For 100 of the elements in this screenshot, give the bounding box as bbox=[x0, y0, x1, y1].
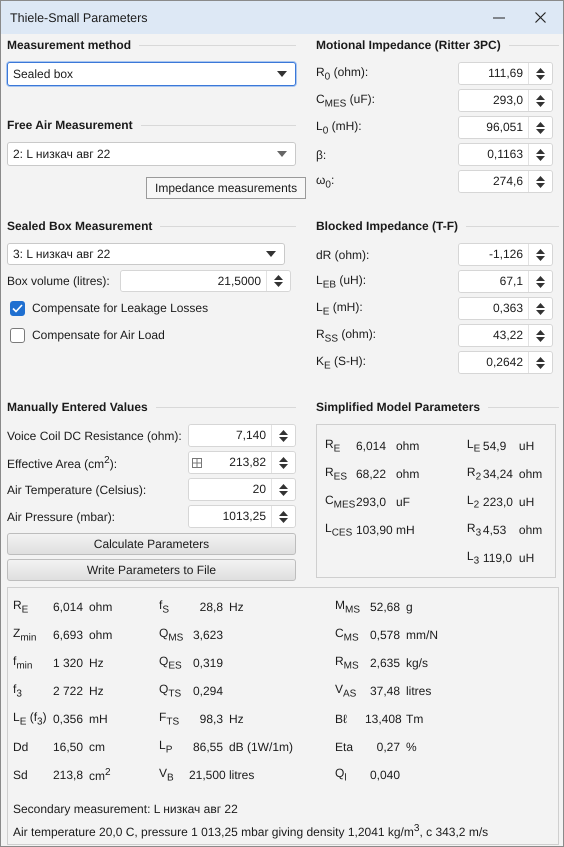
parameter-value: 6,693 bbox=[52, 628, 83, 642]
spinner-icon[interactable] bbox=[279, 510, 288, 522]
spinner-icon[interactable] bbox=[536, 302, 545, 314]
spinner-icon[interactable] bbox=[536, 176, 545, 188]
parameter-unit: dB (1W/1m) bbox=[228, 740, 294, 754]
number-field[interactable]: 20 bbox=[188, 478, 296, 501]
number-field[interactable]: -1,126 bbox=[458, 243, 553, 266]
number-field[interactable]: 0,1163 bbox=[458, 143, 553, 166]
tooltip: Impedance measurements bbox=[146, 177, 306, 199]
parameter-unit: % bbox=[405, 740, 418, 754]
parameter-unit: mH bbox=[396, 523, 415, 537]
number-field[interactable]: 0,2642 bbox=[458, 351, 553, 374]
parameter-unit: mH bbox=[88, 712, 109, 726]
parameter-symbol: Q$_{MS}$ bbox=[159, 626, 184, 644]
spinner-icon[interactable] bbox=[279, 456, 288, 468]
parameter-unit: Hz bbox=[228, 712, 245, 726]
parameter-symbol: Z$_{min}$ bbox=[13, 626, 38, 644]
measurement-dropdown[interactable]: 2: L низкач авг 22 bbox=[7, 142, 296, 166]
parameter-value: 0,040 bbox=[368, 768, 400, 782]
number-field[interactable]: 293,0 bbox=[458, 89, 553, 112]
parameter-value: 68,22 bbox=[356, 467, 388, 481]
number-field[interactable]: 274,6 bbox=[458, 170, 553, 193]
spinner-icon[interactable] bbox=[536, 122, 545, 134]
number-field[interactable]: 0,363 bbox=[458, 297, 553, 320]
spinner-icon[interactable] bbox=[536, 94, 545, 106]
number-field[interactable]: 1013,25 bbox=[188, 505, 296, 528]
parameter-symbol: R$_{E}$ bbox=[325, 437, 342, 455]
parameter-symbol: L$_{E}$ bbox=[466, 437, 482, 455]
parameter-value: 0,294 bbox=[192, 684, 223, 698]
field-label: R$_{SS}$ (ohm): bbox=[316, 326, 378, 344]
spinner-icon[interactable] bbox=[279, 484, 288, 496]
parameter-symbol: M$_{MS}$ bbox=[335, 598, 361, 616]
parameter-symbol: L$_{3}$ bbox=[466, 549, 480, 567]
checkbox-label[interactable]: Compensate for Leakage Losses bbox=[32, 301, 208, 315]
spinner-icon[interactable] bbox=[536, 330, 545, 342]
section-heading: Free Air Measurement bbox=[7, 118, 133, 132]
parameter-unit: ohm bbox=[88, 600, 114, 614]
parameter-value: 4,53 bbox=[482, 523, 508, 537]
section-heading: Blocked Impedance (T-F) bbox=[316, 219, 458, 233]
parameter-symbol: R$_{MS}$ bbox=[335, 654, 360, 672]
spinner-icon[interactable] bbox=[536, 248, 545, 260]
parameter-unit: Hz bbox=[88, 656, 105, 670]
checkbox-label[interactable]: Compensate for Air Load bbox=[32, 328, 165, 342]
window-title: Thiele-Small Parameters bbox=[10, 10, 149, 24]
calculator-icon[interactable] bbox=[192, 458, 202, 468]
parameter-unit: g bbox=[405, 600, 414, 614]
parameter-value: 28,8 bbox=[198, 600, 223, 614]
parameter-value: 34,24 bbox=[482, 467, 514, 481]
field-label: L$_{E}$ (mH): bbox=[316, 300, 364, 318]
number-field[interactable]: 111,69 bbox=[458, 62, 553, 85]
number-field[interactable]: 67,1 bbox=[458, 270, 553, 293]
spinner-icon[interactable] bbox=[536, 276, 545, 288]
field-label: L$_{0}$ (mH): bbox=[316, 118, 363, 136]
parameter-value: 0,319 bbox=[192, 656, 223, 670]
number-field[interactable]: 96,051 bbox=[458, 116, 553, 139]
number-field[interactable]: 43,22 bbox=[458, 324, 553, 347]
checkbox[interactable] bbox=[10, 328, 25, 342]
parameter-value: 98,3 bbox=[198, 712, 223, 726]
parameter-unit: litres bbox=[228, 768, 256, 782]
parameter-symbol: R$_{3}$ bbox=[466, 521, 482, 539]
minimize-icon[interactable] bbox=[493, 16, 505, 18]
field-label: ω$_{0}$: bbox=[316, 172, 336, 190]
parameter-value: 2 722 bbox=[52, 684, 83, 698]
parameter-symbol: L$_{CES}$ bbox=[325, 521, 354, 539]
spinner-icon[interactable] bbox=[274, 275, 283, 287]
field-label: Air Pressure (mbar): bbox=[7, 510, 116, 524]
summary-text: Air temperature 20,0 C, pressure 1 013,25 mbar giving density 1,2041 kg/m$^{3}$, c 343,2 m/s bbox=[13, 823, 488, 840]
parameter-symbol: Dd bbox=[13, 740, 30, 754]
parameter-symbol: L$_{2}$ bbox=[466, 493, 480, 511]
field-label: dR (ohm): bbox=[316, 248, 370, 262]
parameter-unit: uH bbox=[518, 551, 534, 565]
close-icon[interactable] bbox=[535, 12, 546, 23]
checkbox[interactable] bbox=[10, 300, 25, 316]
caret-icon bbox=[277, 71, 287, 77]
caret-icon bbox=[266, 251, 276, 257]
method-dropdown[interactable]: Sealed box bbox=[7, 62, 296, 86]
parameter-unit: ohm bbox=[396, 467, 420, 481]
spinner-icon[interactable] bbox=[536, 68, 545, 80]
spinner-icon[interactable] bbox=[536, 356, 545, 368]
spinner-icon[interactable] bbox=[536, 148, 545, 160]
parameter-unit: uH bbox=[518, 495, 534, 509]
action-button[interactable]: Calculate Parameters bbox=[7, 533, 296, 555]
measurement-dropdown[interactable]: 3: L низкач авг 22 bbox=[7, 243, 285, 265]
parameter-value: 213,8 bbox=[52, 768, 83, 782]
parameter-symbol: V$_{B}$ bbox=[159, 766, 175, 784]
parameter-value: 13,408 bbox=[365, 712, 400, 726]
parameter-symbol: C$_{MS}$ bbox=[335, 626, 360, 644]
summary-text: Secondary measurement: L низкач авг 22 bbox=[13, 802, 239, 818]
spinner-icon[interactable] bbox=[279, 430, 288, 442]
section-heading: Measurement method bbox=[7, 38, 132, 52]
parameter-symbol: Q$_{l}$ bbox=[335, 766, 348, 784]
parameter-value: 0,27 bbox=[376, 740, 400, 754]
action-button[interactable]: Write Parameters to File bbox=[7, 559, 296, 581]
number-field[interactable]: 21,5000 bbox=[120, 270, 291, 292]
number-field[interactable]: 213,82 bbox=[188, 451, 296, 474]
parameter-unit: uH bbox=[518, 439, 534, 453]
section-heading: Manually Entered Values bbox=[7, 400, 148, 414]
parameter-value: 52,68 bbox=[368, 600, 400, 614]
parameter-value: 6,014 bbox=[52, 600, 83, 614]
number-field[interactable]: 7,140 bbox=[188, 424, 296, 447]
